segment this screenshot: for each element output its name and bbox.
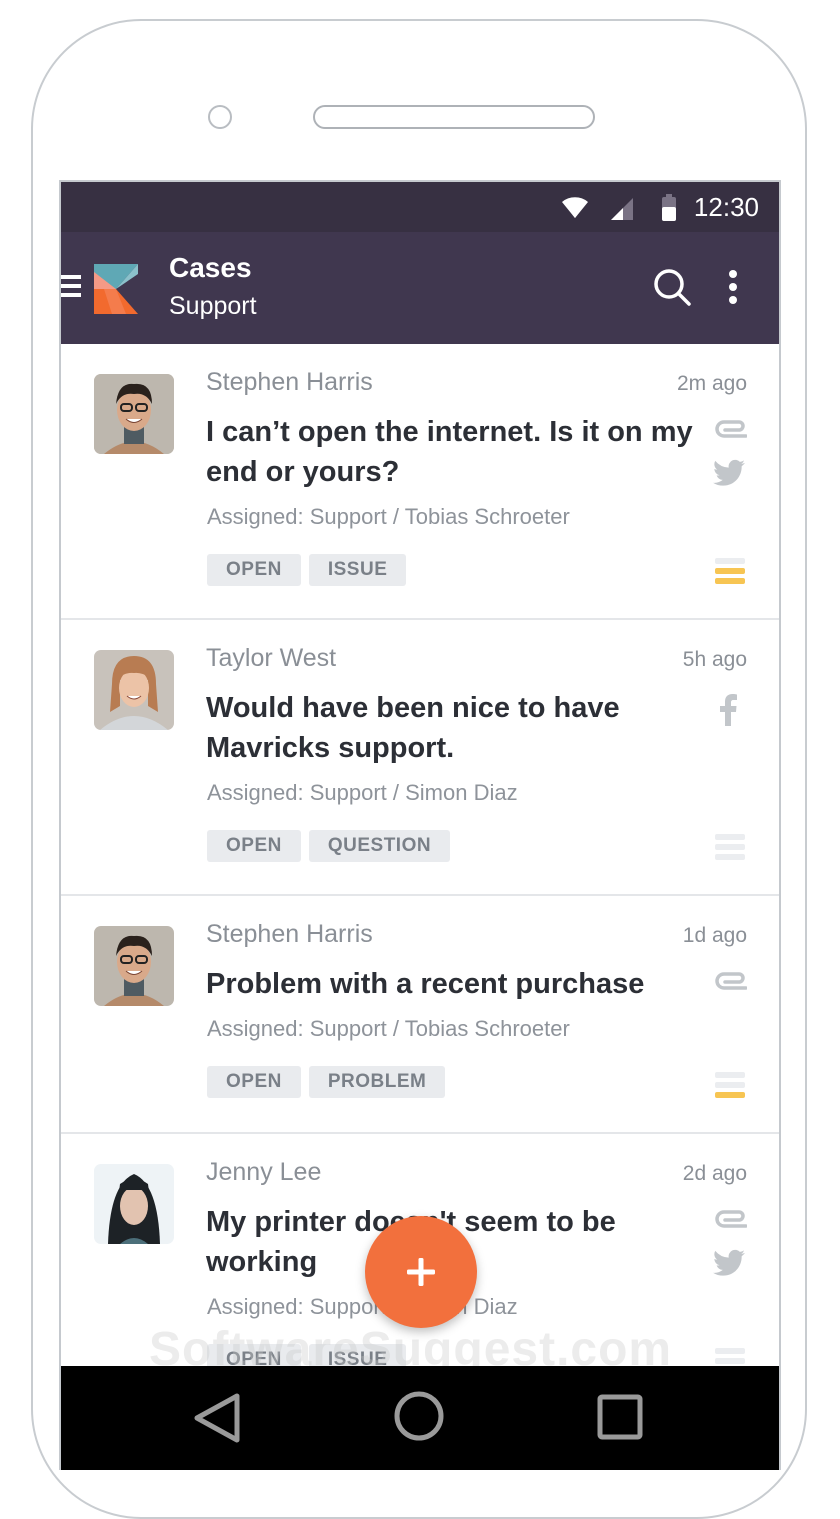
- add-case-button[interactable]: [365, 1216, 477, 1328]
- case-assignee: Assigned: Support / Tobias Schroeter: [207, 1016, 570, 1041]
- type-badge: QUESTION: [308, 830, 451, 862]
- more-vert-icon[interactable]: [729, 270, 743, 309]
- status-time: 12:30: [693, 192, 759, 222]
- case-assignee: Assigned: Support / Tobias Schroeter: [207, 504, 570, 529]
- home-icon[interactable]: [393, 1390, 445, 1442]
- priority-bar: [715, 1072, 745, 1078]
- case-subject: Would have been nice to have Mavricks su…: [206, 692, 620, 764]
- priority-bar: [715, 1082, 745, 1088]
- search-icon[interactable]: [653, 268, 693, 308]
- case-tags: OPEN ISSUE: [207, 554, 407, 586]
- case-time: 5h ago: [682, 648, 747, 671]
- status-badge: OPEN: [207, 830, 301, 862]
- kustomer-logo[interactable]: [94, 264, 138, 314]
- avatar: [94, 926, 174, 1006]
- type-badge: ISSUE: [308, 554, 407, 586]
- case-assignee: Assigned: Support / Simon Diaz: [207, 1294, 518, 1319]
- hamburger-icon[interactable]: [61, 275, 81, 302]
- priority-bar: [715, 1358, 745, 1364]
- customer-name: Taylor West: [206, 644, 337, 672]
- attachment-icon: [715, 972, 748, 990]
- app-bar: Cases Support: [61, 232, 779, 344]
- case-tags: OPEN QUESTION: [207, 830, 451, 862]
- attachment-icon: [715, 1210, 748, 1228]
- facebook-icon: [720, 694, 737, 726]
- page-subtitle: Support: [169, 292, 257, 320]
- phone-screen: 12:30 Cases Support Stephen Harris 2m ag…: [59, 180, 781, 1470]
- priority-indicator: [715, 834, 745, 864]
- channel-icons: [713, 418, 748, 506]
- case-time: 2m ago: [676, 372, 747, 395]
- status-bar: 12:30: [61, 182, 779, 232]
- priority-bar: [715, 834, 745, 840]
- twitter-icon: [713, 1249, 745, 1276]
- system-nav-bar: [61, 1366, 779, 1470]
- page-title: Cases: [169, 252, 252, 283]
- earpiece-speaker: [313, 105, 595, 129]
- status-badge: OPEN: [207, 554, 301, 586]
- priority-bar: [715, 1092, 745, 1098]
- channel-icons: [713, 694, 747, 745]
- channel-icons: [713, 970, 748, 1011]
- case-subject: I can’t open the internet. Is it on my e…: [206, 416, 693, 488]
- priority-bar: [715, 1348, 745, 1354]
- case-time: 2d ago: [682, 1162, 747, 1185]
- customer-name: Stephen Harris: [206, 920, 373, 948]
- add-icon: [407, 1258, 435, 1286]
- attachment-icon: [715, 420, 748, 438]
- case-assignee: Assigned: Support / Simon Diaz: [207, 780, 518, 805]
- priority-bar: [715, 558, 745, 564]
- priority-indicator: [715, 1072, 745, 1102]
- priority-bar: [715, 854, 745, 860]
- cell-signal-icon: [611, 198, 633, 220]
- case-item[interactable]: Stephen Harris 1d ago Problem with a rec…: [61, 896, 779, 1134]
- priority-indicator: [715, 558, 745, 588]
- channel-icons: [713, 1208, 748, 1296]
- recents-icon[interactable]: [597, 1394, 643, 1440]
- battery-icon: [662, 194, 676, 221]
- avatar: [94, 374, 174, 454]
- back-icon[interactable]: [189, 1390, 245, 1446]
- case-time: 1d ago: [682, 924, 747, 947]
- priority-bar: [715, 578, 745, 584]
- priority-bar: [715, 844, 745, 850]
- avatar: [94, 1164, 174, 1244]
- status-badge: OPEN: [207, 1066, 301, 1098]
- type-badge: PROBLEM: [308, 1066, 446, 1098]
- case-subject: Problem with a recent purchase: [206, 968, 645, 1000]
- twitter-icon: [713, 459, 745, 486]
- customer-name: Stephen Harris: [206, 368, 373, 396]
- case-tags: OPEN PROBLEM: [207, 1066, 446, 1098]
- wifi-icon: [562, 197, 588, 218]
- front-camera: [208, 105, 232, 129]
- priority-bar: [715, 568, 745, 574]
- case-item[interactable]: Taylor West 5h ago Would have been nice …: [61, 620, 779, 896]
- case-item[interactable]: Stephen Harris 2m ago I can’t open the i…: [61, 344, 779, 620]
- customer-name: Jenny Lee: [206, 1158, 322, 1186]
- avatar: [94, 650, 174, 730]
